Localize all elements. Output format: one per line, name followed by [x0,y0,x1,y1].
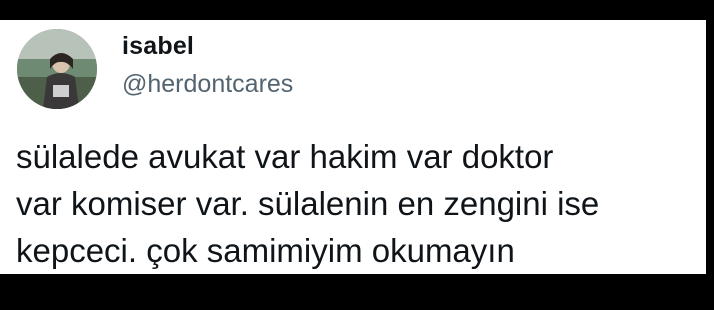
avatar-photo-icon [17,29,97,109]
user-handle[interactable]: @herdontcares [122,70,293,99]
tweet-line: sülalede avukat var hakim var doktor [16,138,554,175]
display-name[interactable]: isabel [122,32,194,61]
avatar[interactable] [17,29,97,109]
tweet-line: kepceci. çok samimiyim okumayın [16,232,515,269]
tweet-text: sülalede avukat var hakim var doktor var… [16,133,696,274]
tweet-card: isabel @herdontcares sülalede avukat var… [0,20,706,274]
tweet-line: var komiser var. sülalenin en zengini is… [16,185,600,222]
